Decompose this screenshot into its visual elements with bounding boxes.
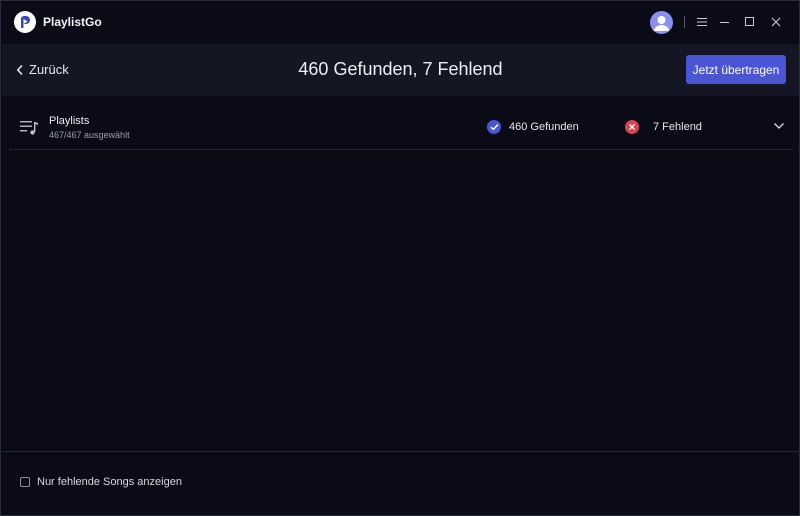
app-title: PlaylistGo bbox=[43, 15, 102, 29]
found-count-label: 460 Gefunden bbox=[509, 121, 579, 133]
menu-icon[interactable] bbox=[693, 13, 711, 31]
close-icon[interactable] bbox=[767, 13, 785, 31]
check-circle-icon bbox=[487, 120, 501, 134]
x-circle-icon bbox=[625, 120, 639, 134]
show-missing-only-label: Nur fehlende Songs anzeigen bbox=[37, 476, 182, 488]
page-header: Zurück 460 Gefunden, 7 Fehlend Jetzt übe… bbox=[2, 44, 799, 96]
show-missing-only-checkbox[interactable] bbox=[20, 477, 30, 487]
chevron-down-icon[interactable] bbox=[773, 122, 785, 130]
app-window: PlaylistGo Zurück 460 Gefunden, 7 Fehlen… bbox=[0, 0, 800, 516]
playlist-selection-count: 467/467 ausgewählt bbox=[49, 130, 130, 140]
transfer-now-button[interactable]: Jetzt übertragen bbox=[686, 55, 786, 84]
maximize-icon[interactable] bbox=[741, 13, 759, 31]
playlist-title: Playlists bbox=[49, 115, 90, 127]
playlist-summary-row[interactable]: Playlists 467/467 ausgewählt 460 Gefunde… bbox=[9, 106, 793, 150]
missing-status: 7 Fehlend bbox=[625, 120, 702, 134]
user-icon[interactable] bbox=[650, 11, 673, 34]
playlistgo-logo-icon bbox=[14, 11, 36, 33]
title-bar: PlaylistGo bbox=[1, 1, 799, 43]
found-status: 460 Gefunden bbox=[487, 120, 579, 134]
footer-divider bbox=[2, 451, 799, 452]
playlist-icon bbox=[20, 121, 38, 135]
title-bar-divider bbox=[684, 16, 685, 28]
missing-count-label: 7 Fehlend bbox=[653, 121, 702, 133]
minimize-icon[interactable] bbox=[716, 13, 734, 31]
show-missing-only-toggle[interactable]: Nur fehlende Songs anzeigen bbox=[20, 476, 182, 488]
page-title: 460 Gefunden, 7 Fehlend bbox=[298, 59, 503, 79]
